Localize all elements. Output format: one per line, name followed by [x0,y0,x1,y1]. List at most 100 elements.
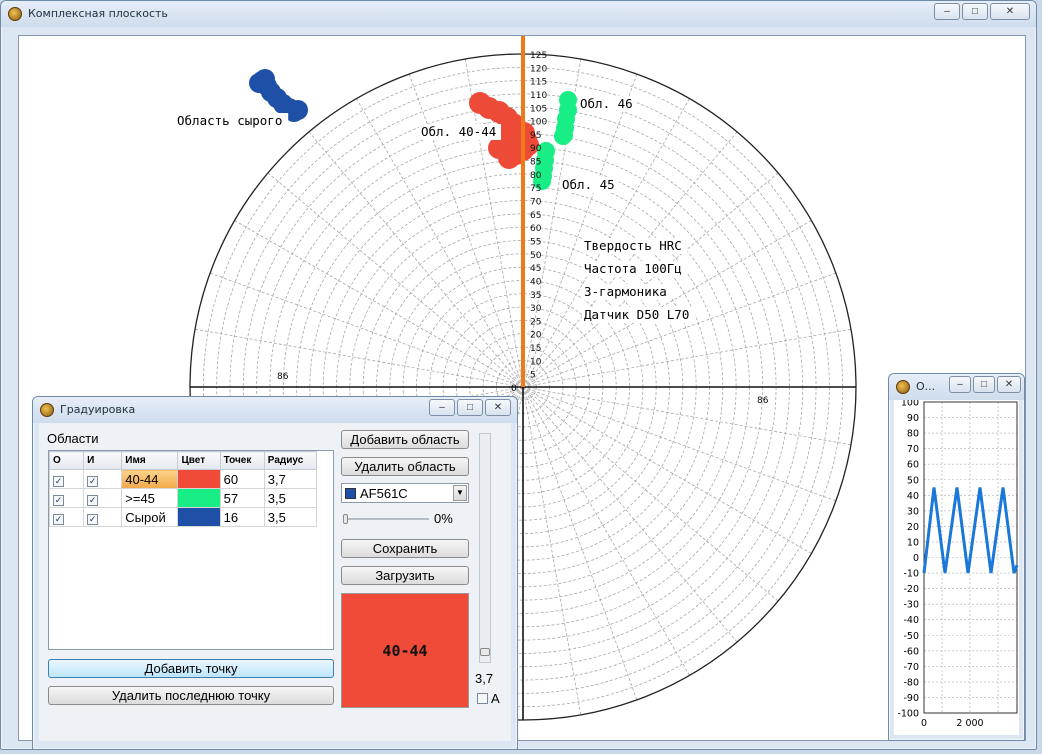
table-row[interactable]: ✓ ✓ >=45 57 3,5 [48,488,318,508]
regions-table-panel: О И Имя Цвет Точек Радиус ✓ ✓ 40-44 60 3,7 ✓ ✓… [48,450,334,650]
grad-titlebar[interactable]: Градуировка – □ ✕ [33,397,517,423]
use-checkbox-box[interactable]: ✓ [87,513,99,525]
right-axis-label: 86 [757,396,769,406]
use-checkbox-box[interactable]: ✓ [87,475,99,487]
osc-y-tick: -70 [903,662,919,673]
region-color-swatch[interactable] [177,469,221,489]
region-name-cell[interactable]: Сырой [121,507,179,527]
osc-y-tick: 40 [907,491,919,502]
color-select[interactable]: AF561C ▼ [341,483,469,503]
add-region-button[interactable]: Добавить область [341,430,469,449]
grad-minimize-button[interactable]: – [429,399,455,416]
delete-region-button[interactable]: Удалить область [341,457,469,476]
radial-tick-label: 115 [530,78,547,88]
osc-y-tick: -10 [903,569,919,580]
slider-thumb[interactable] [343,514,348,524]
show-checkbox[interactable]: ✓ [48,488,85,508]
radial-tick-label: 5 [530,371,536,381]
chevron-down-icon[interactable]: ▼ [453,485,467,501]
grid-radial [209,272,524,388]
save-button[interactable]: Сохранить [341,539,469,558]
radius-slider-thumb[interactable] [480,648,490,656]
slider-percent: 0% [434,511,453,526]
osc-titlebar[interactable]: О... – □ ✕ [889,374,1024,400]
show-checkbox[interactable]: ✓ [48,469,85,489]
load-button[interactable]: Загрузить [341,566,469,585]
blob-point [249,73,269,93]
show-checkbox[interactable]: ✓ [48,507,85,527]
info-line: Датчик D50 L70 [584,307,689,322]
opacity-slider[interactable] [343,514,429,524]
radial-tick-label: 125 [530,51,547,61]
close-button[interactable]: ✕ [990,3,1030,20]
use-checkbox[interactable]: ✓ [83,507,123,527]
region-radius-cell[interactable]: 3,7 [263,469,318,489]
annotation-region-45: Обл. 45 [562,177,615,192]
osc-window-title: О... [916,380,936,393]
show-checkbox-box[interactable]: ✓ [53,475,64,487]
region-name-cell[interactable]: >=45 [121,488,179,508]
region-color-swatch[interactable] [177,488,221,508]
radial-tick-label: 55 [530,237,541,247]
osc-y-tick: 30 [907,506,919,517]
use-checkbox-box[interactable]: ✓ [87,494,99,506]
osc-y-tick: 20 [907,522,919,533]
table-row[interactable]: ✓ ✓ 40-44 60 3,7 [48,469,318,489]
add-point-button[interactable]: Добавить точку [48,659,334,678]
osc-y-tick: -90 [903,693,919,704]
radial-tick-label: 100 [530,118,547,128]
osc-y-tick: 10 [907,537,919,548]
use-checkbox[interactable]: ✓ [83,469,123,489]
col-o[interactable]: О [48,451,85,470]
osc-close-button[interactable]: ✕ [997,376,1021,393]
region-name-cell[interactable]: 40-44 [121,469,179,489]
region-points-cell[interactable]: 60 [219,469,265,489]
radial-tick-label: 110 [530,91,547,101]
show-checkbox-box[interactable]: ✓ [53,513,64,525]
osc-y-tick: -80 [903,677,919,688]
osc-y-tick: -30 [903,600,919,611]
minimize-button[interactable]: – [934,3,960,20]
osc-minimize-button[interactable]: – [949,376,971,393]
delete-last-point-button[interactable]: Удалить последнюю точку [48,686,334,705]
grid-radial [522,386,779,602]
regions-table: О И Имя Цвет Точек Радиус ✓ ✓ 40-44 60 3,7 ✓ ✓… [48,451,318,527]
col-points[interactable]: Точек [219,451,265,470]
main-titlebar[interactable]: Комплексная плоскость – □ ✕ [1,1,1036,27]
col-color[interactable]: Цвет [177,451,221,470]
oscilloscope-plot[interactable]: 1009080706050403020100-10-20-30-40-50-60… [894,400,1019,735]
auto-checkbox-box[interactable] [477,693,488,704]
grid-radial [194,328,524,388]
col-name[interactable]: Имя [121,451,179,470]
main-window-title: Комплексная плоскость [28,7,168,20]
region-color-swatch[interactable] [177,507,221,527]
annotation-raw: Область сырого [177,113,282,128]
grad-close-button[interactable]: ✕ [485,399,511,416]
region-points-cell[interactable]: 57 [219,488,265,508]
radial-tick-label: 80 [530,171,542,181]
maximize-button[interactable]: □ [962,3,988,20]
table-row[interactable]: ✓ ✓ Сырой 16 3,5 [48,507,318,527]
radial-tick-label: 120 [530,64,547,74]
col-radius[interactable]: Радиус [263,451,318,470]
osc-y-tick: -50 [903,631,919,642]
region-radius-cell[interactable]: 3,5 [263,507,318,527]
osc-maximize-button[interactable]: □ [973,376,995,393]
region-points-cell[interactable]: 16 [219,507,265,527]
radius-slider-track[interactable] [479,433,491,663]
use-checkbox[interactable]: ✓ [83,488,123,508]
grid-radial [522,386,582,716]
auto-checkbox[interactable]: A [477,691,500,706]
grid-radial [522,386,852,446]
grad-maximize-button[interactable]: □ [457,399,483,416]
col-i[interactable]: И [83,451,123,470]
radial-tick-label: 90 [530,144,542,154]
show-checkbox-box[interactable]: ✓ [53,494,64,506]
origin-label: 0 [511,384,517,394]
osc-y-tick: -60 [903,646,919,657]
osc-y-tick: -20 [903,584,919,595]
grad-window: Градуировка – □ ✕ Области О И Имя Цвет Т… [32,396,518,750]
region-radius-cell[interactable]: 3,5 [263,488,318,508]
osc-y-tick: 60 [907,460,919,471]
osc-window: О... – □ ✕ 100 90 80 70 60 50 40 30 20 10 0 -10 -20-… [888,373,1025,741]
